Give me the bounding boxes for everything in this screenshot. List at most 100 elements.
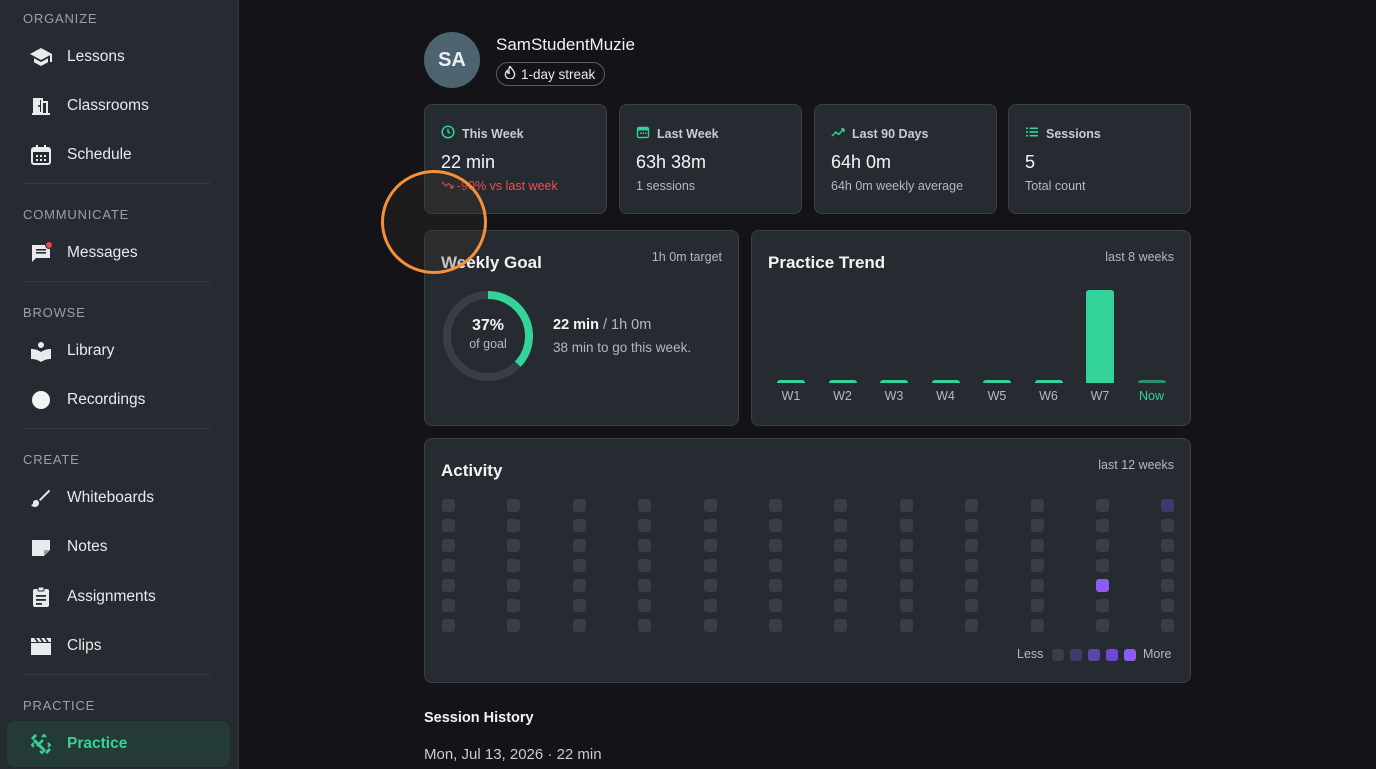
activity-cell[interactable]	[1161, 519, 1175, 532]
activity-cell[interactable]	[703, 539, 717, 552]
activity-cell[interactable]	[965, 499, 979, 512]
activity-cell[interactable]	[442, 559, 455, 572]
activity-cell[interactable]	[899, 599, 913, 612]
activity-cell[interactable]	[703, 519, 717, 532]
sidebar-item-clips[interactable]: Clips	[7, 623, 230, 669]
activity-cell[interactable]	[442, 579, 455, 592]
activity-cell[interactable]	[572, 519, 586, 532]
sidebar-item-practice[interactable]: Practice	[7, 721, 230, 767]
activity-cell[interactable]	[1161, 539, 1175, 552]
stat-sub: Total count	[1025, 179, 1086, 193]
activity-cell[interactable]	[572, 539, 586, 552]
sidebar-item-messages[interactable]: Messages	[7, 230, 230, 276]
activity-cell[interactable]	[965, 559, 979, 572]
activity-cell[interactable]	[572, 579, 586, 592]
activity-cell[interactable]	[899, 539, 913, 552]
activity-cell[interactable]	[638, 499, 652, 512]
session-history-row[interactable]: Mon, Jul 13, 2026 · 22 min	[424, 746, 602, 763]
activity-cell[interactable]	[442, 539, 455, 552]
activity-cell[interactable]	[769, 599, 782, 612]
sidebar-item-whiteboards[interactable]: Whiteboards	[7, 475, 230, 521]
activity-cell[interactable]	[507, 619, 521, 632]
activity-cell[interactable]	[507, 599, 521, 612]
activity-cell[interactable]	[638, 599, 652, 612]
activity-cell[interactable]	[507, 499, 521, 512]
activity-cell[interactable]	[1096, 559, 1109, 572]
activity-cell[interactable]	[572, 499, 586, 512]
activity-cell[interactable]	[1030, 619, 1044, 632]
activity-cell[interactable]	[638, 539, 652, 552]
activity-cell[interactable]	[572, 599, 586, 612]
activity-cell[interactable]	[965, 619, 979, 632]
activity-cell[interactable]	[1030, 579, 1044, 592]
sidebar-item-assignments[interactable]: Assignments	[7, 574, 230, 620]
activity-cell[interactable]	[1096, 539, 1109, 552]
activity-cell[interactable]	[1096, 519, 1109, 532]
activity-cell[interactable]	[638, 619, 652, 632]
activity-cell[interactable]	[507, 579, 521, 592]
activity-cell[interactable]	[442, 499, 455, 512]
activity-cell[interactable]	[1161, 579, 1175, 592]
sidebar-item-recordings[interactable]: Recordings	[7, 377, 230, 423]
trend-bar-w1	[777, 380, 805, 383]
activity-cell[interactable]	[1161, 499, 1175, 512]
activity-cell[interactable]	[965, 539, 979, 552]
activity-cell[interactable]	[1030, 499, 1044, 512]
activity-cell[interactable]	[1030, 559, 1044, 572]
activity-cell[interactable]	[965, 519, 979, 532]
activity-cell[interactable]	[834, 499, 848, 512]
sidebar-item-classrooms[interactable]: Classrooms	[7, 83, 230, 129]
activity-cell[interactable]	[834, 519, 848, 532]
activity-cell[interactable]	[1096, 579, 1109, 592]
sidebar-item-library[interactable]: Library	[7, 328, 230, 374]
activity-cell[interactable]	[899, 619, 913, 632]
activity-cell[interactable]	[834, 579, 848, 592]
activity-cell[interactable]	[769, 499, 782, 512]
activity-cell[interactable]	[638, 559, 652, 572]
activity-cell[interactable]	[1030, 519, 1044, 532]
activity-cell[interactable]	[1161, 559, 1175, 572]
activity-cell[interactable]	[834, 619, 848, 632]
activity-cell[interactable]	[703, 499, 717, 512]
activity-cell[interactable]	[1030, 539, 1044, 552]
activity-cell[interactable]	[899, 499, 913, 512]
activity-cell[interactable]	[1161, 599, 1175, 612]
activity-cell[interactable]	[507, 519, 521, 532]
record-icon	[29, 388, 53, 412]
activity-title: Activity	[441, 461, 503, 480]
activity-cell[interactable]	[899, 579, 913, 592]
activity-cell[interactable]	[769, 619, 782, 632]
activity-cell[interactable]	[572, 559, 586, 572]
activity-cell[interactable]	[442, 619, 455, 632]
activity-cell[interactable]	[899, 559, 913, 572]
activity-cell[interactable]	[965, 599, 979, 612]
activity-cell[interactable]	[507, 559, 521, 572]
activity-cell[interactable]	[703, 599, 717, 612]
sidebar-item-notes[interactable]: Notes	[7, 524, 230, 570]
activity-cell[interactable]	[1030, 599, 1044, 612]
activity-cell[interactable]	[638, 519, 652, 532]
sidebar-item-schedule[interactable]: Schedule	[7, 132, 230, 178]
sidebar-item-lessons[interactable]: Lessons	[7, 34, 230, 80]
activity-cell[interactable]	[899, 519, 913, 532]
activity-cell[interactable]	[1096, 619, 1109, 632]
activity-cell[interactable]	[1096, 499, 1109, 512]
activity-cell[interactable]	[572, 619, 586, 632]
activity-cell[interactable]	[1096, 599, 1109, 612]
activity-cell[interactable]	[965, 579, 979, 592]
activity-cell[interactable]	[834, 539, 848, 552]
activity-cell[interactable]	[703, 559, 717, 572]
activity-cell[interactable]	[834, 599, 848, 612]
activity-cell[interactable]	[638, 579, 652, 592]
activity-cell[interactable]	[442, 599, 455, 612]
activity-cell[interactable]	[769, 539, 782, 552]
activity-cell[interactable]	[834, 559, 848, 572]
activity-cell[interactable]	[769, 519, 782, 532]
activity-cell[interactable]	[769, 579, 782, 592]
activity-cell[interactable]	[1161, 619, 1175, 632]
activity-cell[interactable]	[442, 519, 455, 532]
activity-cell[interactable]	[703, 579, 717, 592]
activity-cell[interactable]	[507, 539, 521, 552]
activity-cell[interactable]	[703, 619, 717, 632]
activity-cell[interactable]	[769, 559, 782, 572]
